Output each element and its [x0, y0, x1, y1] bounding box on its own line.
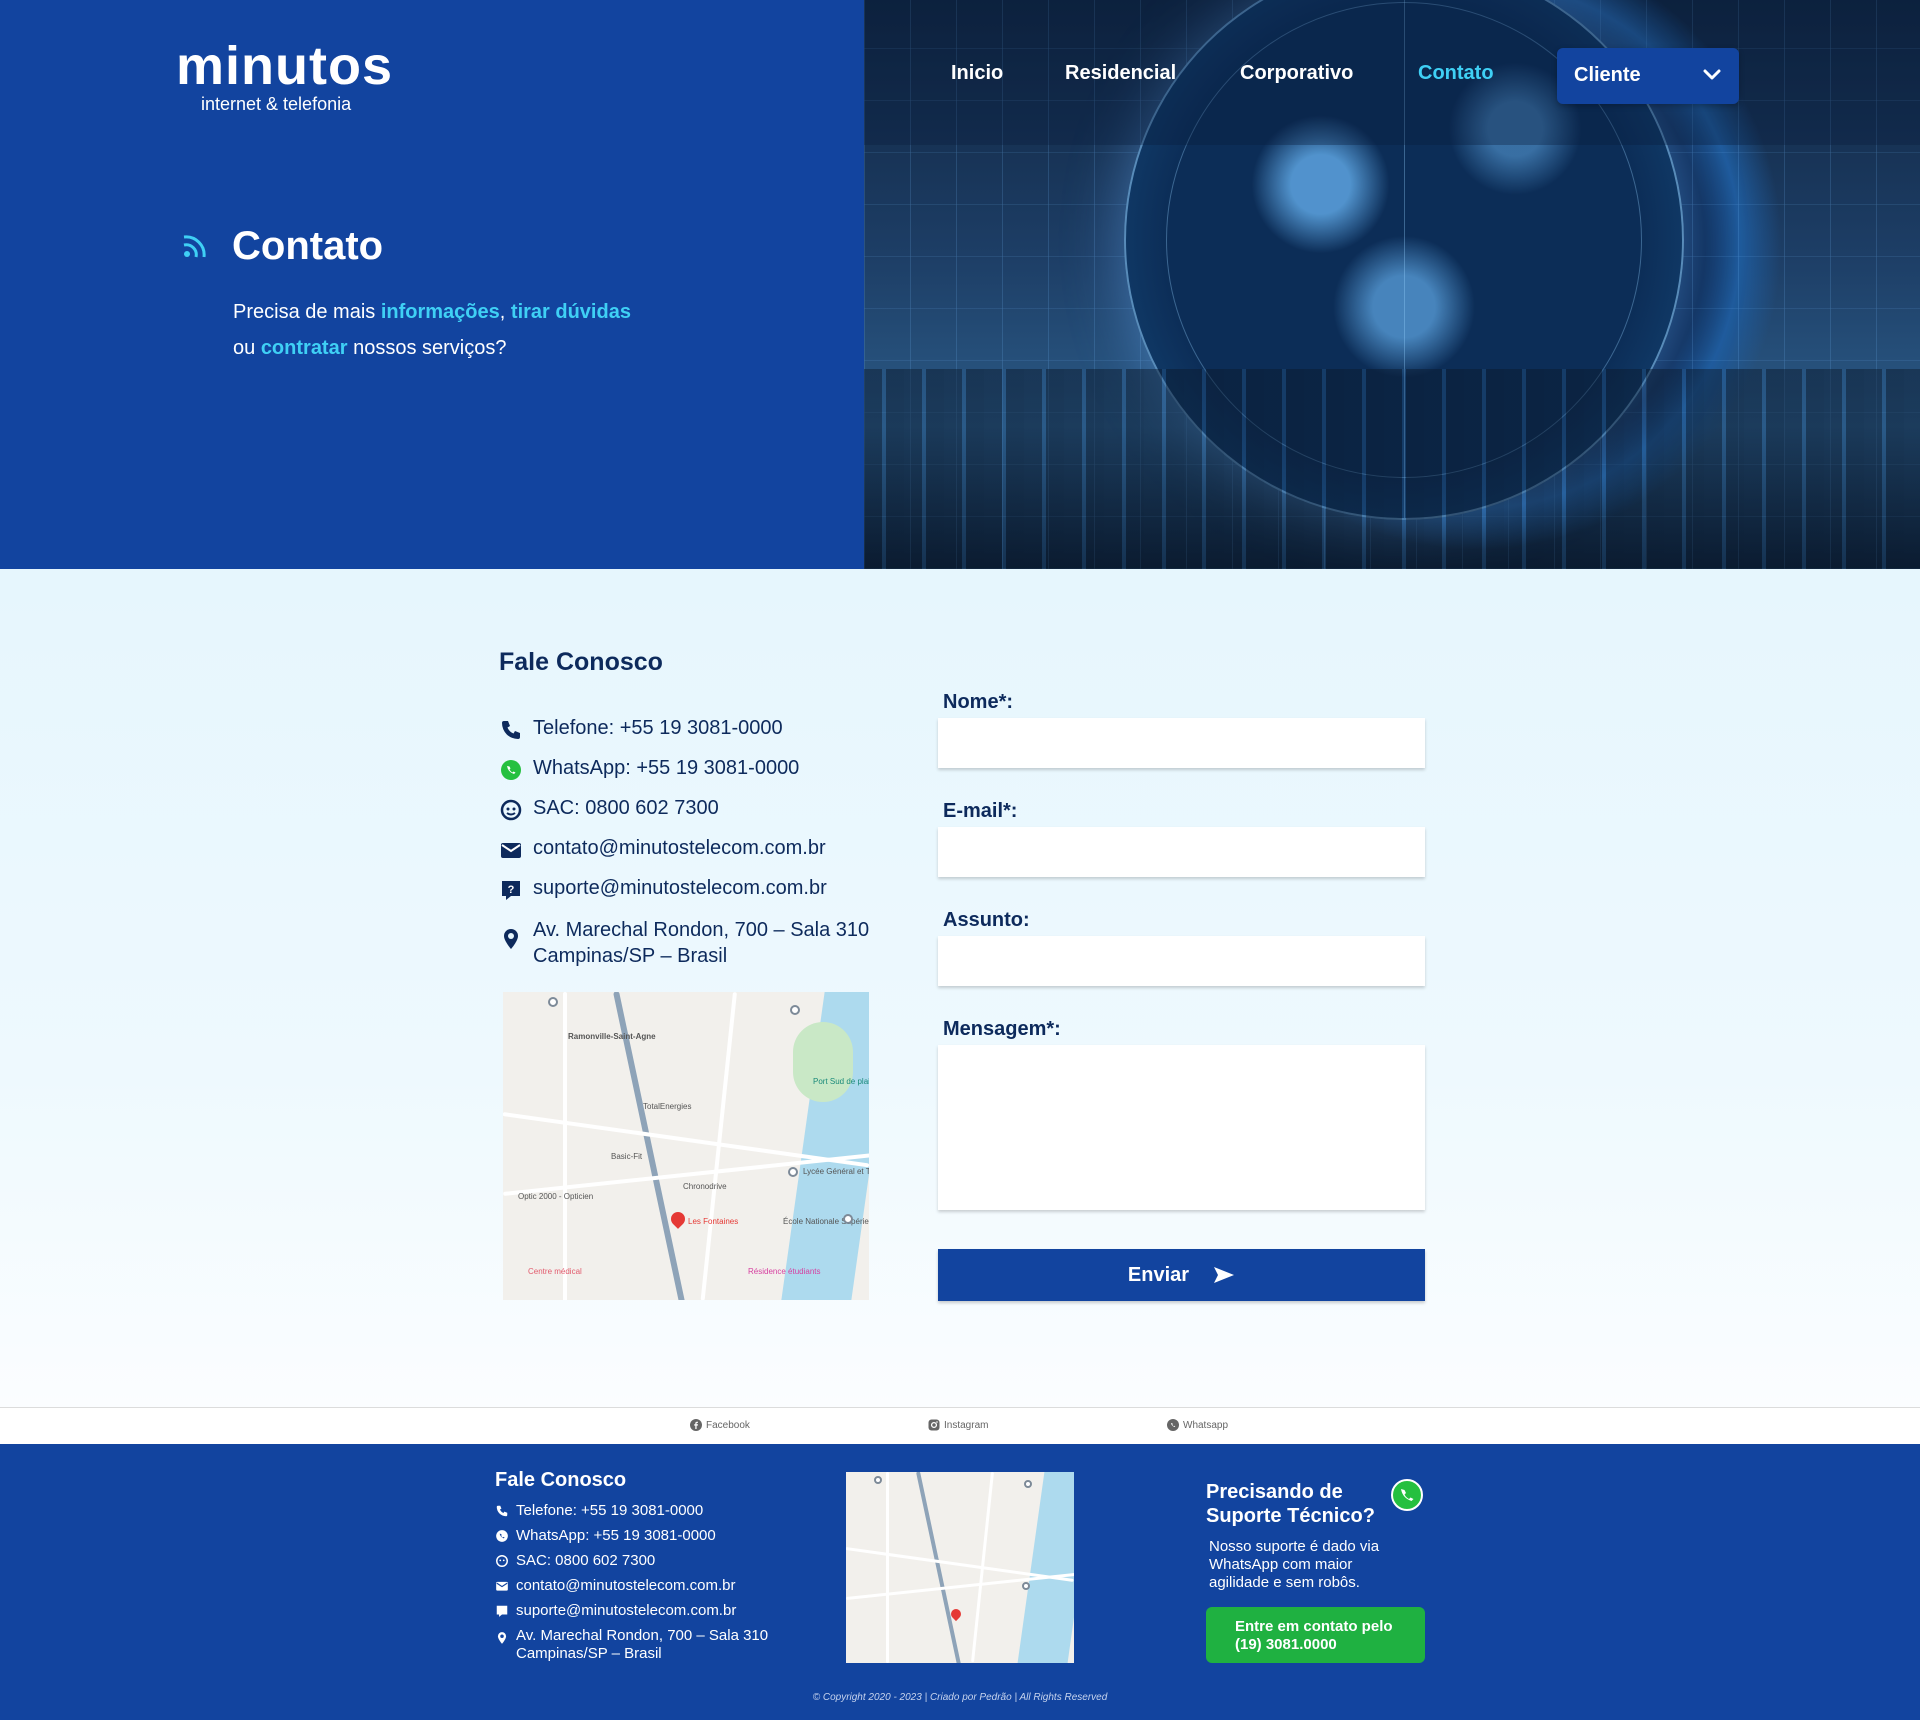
map-pin-icon: [668, 1209, 688, 1229]
contact-support-email[interactable]: ? suporte@minutostelecom.com.br: [499, 877, 827, 902]
support-description: Nosso suporte é dado via WhatsApp com ma…: [1209, 1538, 1380, 1591]
location-pin-icon: [497, 1632, 507, 1644]
headset-icon: [500, 799, 522, 821]
whatsapp-icon: [1167, 1419, 1179, 1431]
contact-phone: Telefone: +55 19 3081-0000: [499, 717, 783, 742]
footer-address: Av. Marechal Rondon, 700 – Sala 310 Campi…: [495, 1627, 768, 1663]
support-title: Precisando de Suporte Técnico?: [1206, 1481, 1375, 1527]
support-chat-icon: [496, 1605, 508, 1617]
whatsapp-icon: [1391, 1479, 1423, 1511]
location-map[interactable]: Ramonville-Saint-Agne TotalEnergies Basi…: [503, 992, 869, 1300]
nav-item-contato[interactable]: Contato: [1418, 62, 1494, 85]
headset-icon: [496, 1555, 508, 1567]
mail-icon: [501, 843, 521, 858]
whatsapp-contact-button[interactable]: Entre em contato pelo (19) 3081.0000: [1206, 1607, 1425, 1663]
nav-item-corporativo[interactable]: Corporativo: [1240, 62, 1353, 85]
message-label: Mensagem*:: [943, 1018, 1061, 1040]
send-button[interactable]: Enviar: [938, 1249, 1425, 1301]
footer-contact-title: Fale Conosco: [495, 1469, 627, 1491]
send-button-label: Enviar: [1127, 1263, 1190, 1286]
footer-whatsapp[interactable]: WhatsApp: +55 19 3081-0000: [495, 1527, 716, 1544]
subject-field[interactable]: [938, 936, 1425, 986]
phone-icon: [496, 1505, 508, 1517]
brand-name: minutos: [176, 36, 393, 96]
nav-item-residencial[interactable]: Residencial: [1065, 62, 1176, 85]
footer-phone: Telefone: +55 19 3081-0000: [495, 1502, 703, 1519]
instagram-icon: [928, 1419, 940, 1431]
footer-email[interactable]: contato@minutostelecom.com.br: [495, 1577, 736, 1594]
facebook-icon: [690, 1419, 702, 1431]
whatsapp-icon: [496, 1530, 508, 1542]
brand-logo[interactable]: minutos internet & telefonia: [176, 34, 393, 115]
message-field[interactable]: [938, 1045, 1425, 1210]
name-field[interactable]: [938, 718, 1425, 768]
footer-location-map[interactable]: [846, 1472, 1074, 1663]
nav-item-inicio[interactable]: Inicio: [951, 62, 1003, 85]
mail-icon: [496, 1581, 508, 1591]
send-arrow-icon: [1214, 1267, 1235, 1283]
social-facebook-link[interactable]: Facebook: [690, 1419, 750, 1431]
footer-support-email[interactable]: suporte@minutostelecom.com.br: [495, 1602, 736, 1619]
chevron-down-icon: [1703, 69, 1721, 80]
copyright-text: © Copyright 2020 - 2023 | Criado por Ped…: [812, 1692, 1108, 1703]
hero-section: minutos internet & telefonia Inicio Resi…: [0, 0, 1920, 569]
nav-background: [864, 0, 1920, 145]
client-dropdown-label: Cliente: [1574, 64, 1641, 86]
wifi-signal-icon: [183, 235, 206, 258]
social-bar: Facebook Instagram Whatsapp: [0, 1407, 1920, 1444]
whatsapp-icon: [501, 760, 521, 780]
phone-icon: [502, 721, 520, 739]
contact-address: Av. Marechal Rondon, 700 – Sala 310 Campi…: [499, 917, 869, 969]
page-title: Contato: [232, 224, 384, 268]
social-whatsapp-link[interactable]: Whatsapp: [1167, 1419, 1228, 1431]
contact-title: Fale Conosco: [499, 648, 663, 676]
email-label: E-mail*:: [943, 800, 1018, 822]
svg-text:?: ?: [508, 884, 515, 896]
hero-subtitle: Precisa de mais informações, tirar dúvid…: [233, 301, 631, 359]
name-label: Nome*:: [943, 691, 1014, 713]
client-dropdown-button[interactable]: Cliente: [1557, 48, 1739, 104]
social-instagram-link[interactable]: Instagram: [928, 1419, 988, 1431]
contact-email[interactable]: contato@minutostelecom.com.br: [499, 837, 826, 862]
contact-whatsapp[interactable]: WhatsApp: +55 19 3081-0000: [499, 757, 799, 782]
footer-sac: SAC: 0800 602 7300: [495, 1552, 655, 1569]
subject-label: Assunto:: [943, 909, 1030, 931]
location-pin-icon: [504, 929, 518, 949]
email-field[interactable]: [938, 827, 1425, 877]
contact-sac: SAC: 0800 602 7300: [499, 797, 719, 822]
support-chat-icon: ?: [502, 881, 520, 900]
